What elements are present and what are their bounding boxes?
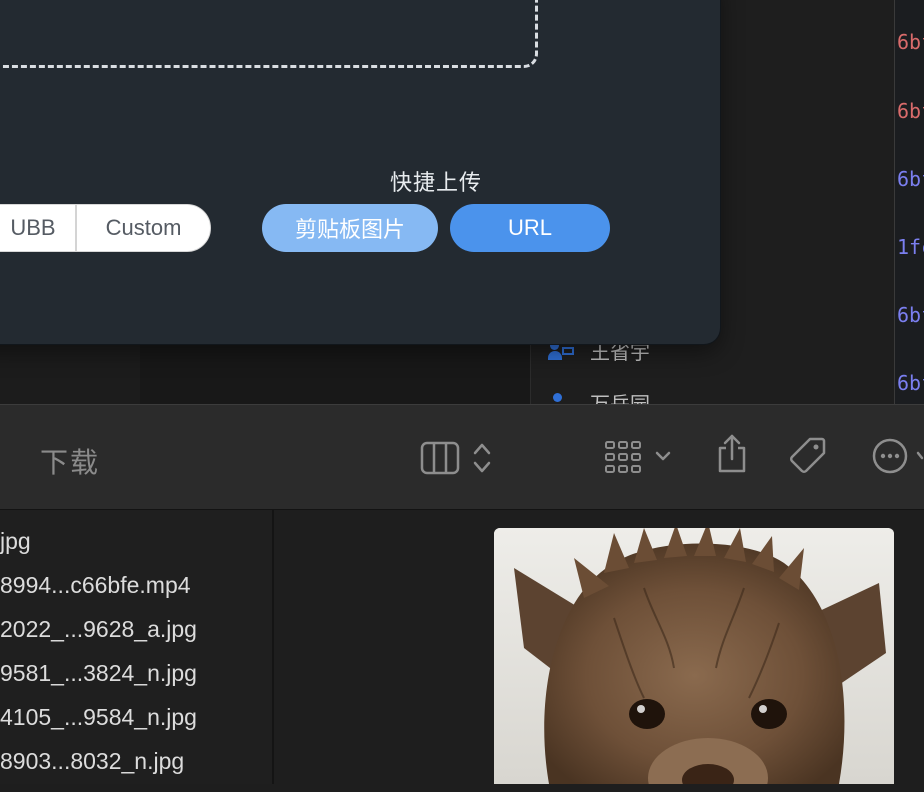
drop-zone[interactable] xyxy=(0,0,538,68)
column-view-icon[interactable] xyxy=(420,440,460,476)
code-line: 6bf xyxy=(897,371,924,395)
file-item[interactable]: 4105_...9584_n.jpg xyxy=(0,704,197,748)
link-format-selector: UBB Custom xyxy=(0,204,211,252)
puppy-photo xyxy=(494,528,894,784)
upload-dialog xyxy=(0,0,720,344)
clipboard-image-button[interactable]: 剪贴板图片 xyxy=(262,204,438,252)
quick-upload-title: 快捷上传 xyxy=(390,170,483,195)
file-item[interactable]: jpg xyxy=(0,528,31,572)
finder-toolbar: 下载 xyxy=(0,404,924,510)
preview-image[interactable] xyxy=(494,528,894,784)
share-icon[interactable] xyxy=(714,431,750,475)
file-item[interactable]: 9581_...3824_n.jpg xyxy=(0,660,197,704)
more-icon[interactable] xyxy=(872,437,924,477)
dropdown-chevron-icon[interactable] xyxy=(654,449,672,463)
url-upload-button[interactable]: URL xyxy=(450,204,610,252)
code-line: 6bf xyxy=(897,30,924,54)
sort-chevrons-icon[interactable] xyxy=(472,441,492,475)
window-title: 下载 xyxy=(40,447,101,478)
file-list: jpg 8994...c66bfe.mp4 2022_...9628_a.jpg… xyxy=(0,510,274,784)
code-line: 6bf xyxy=(897,167,924,191)
file-item[interactable]: 2022_...9628_a.jpg xyxy=(0,616,197,660)
code-editor-gutter: 6bf 6bf 6bf 1fc 6bf 6bf xyxy=(895,0,924,404)
tag-icon[interactable] xyxy=(788,435,828,475)
code-line: 1fc xyxy=(897,235,924,259)
code-line: 6bf xyxy=(897,99,924,123)
grid-view-icon[interactable] xyxy=(604,439,642,475)
code-line: 6bf xyxy=(897,303,924,327)
format-option-custom[interactable]: Custom xyxy=(77,205,210,251)
format-option-ubb[interactable]: UBB xyxy=(0,205,77,251)
file-item[interactable]: 8994...c66bfe.mp4 xyxy=(0,572,191,616)
file-item[interactable]: 8903...8032_n.jpg xyxy=(0,748,184,792)
